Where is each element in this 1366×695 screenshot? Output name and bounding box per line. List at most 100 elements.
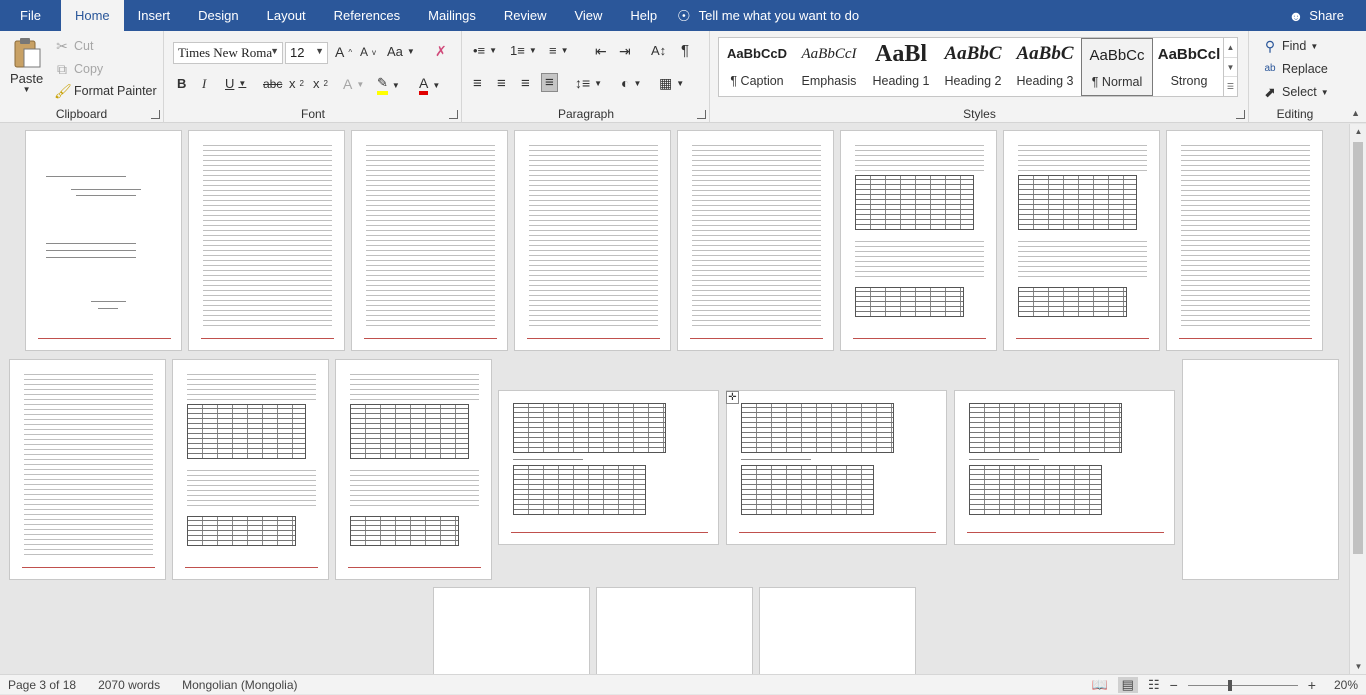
zoom-slider-knob[interactable] xyxy=(1227,679,1232,691)
tab-layout[interactable]: Layout xyxy=(253,0,320,31)
borders-button[interactable]: ▦ ▼ xyxy=(659,75,684,92)
document-page[interactable] xyxy=(433,587,590,674)
replace-button[interactable]: ab Replace xyxy=(1262,61,1327,77)
underline-button[interactable]: U ▼ xyxy=(225,76,246,91)
scrollbar-thumb[interactable] xyxy=(1353,142,1363,554)
chevron-down-icon[interactable]: ▼ xyxy=(1224,57,1237,76)
find-button[interactable]: ⚲ Find ▼ xyxy=(1262,38,1318,54)
highlight-button[interactable]: ✎ ▼ xyxy=(377,75,400,95)
dialog-launcher-icon[interactable] xyxy=(151,110,160,119)
dialog-launcher-icon[interactable] xyxy=(697,110,706,119)
style-caption[interactable]: AaBbCcD ¶ Caption xyxy=(721,38,793,96)
multilevel-list-button[interactable]: ≡ ▼ xyxy=(549,43,569,58)
align-left-button[interactable]: ≡ xyxy=(473,75,482,92)
tab-home[interactable]: Home xyxy=(60,0,124,31)
document-page[interactable] xyxy=(596,587,753,674)
page-count[interactable]: Page 3 of 18 xyxy=(8,678,76,692)
copy-button[interactable]: ⧉ Copy xyxy=(54,61,103,77)
justify-button[interactable]: ≡ xyxy=(541,73,558,92)
font-color-button[interactable]: A ▼ xyxy=(419,75,440,95)
zoom-level[interactable]: 20% xyxy=(1334,678,1358,692)
change-case-button[interactable]: Aa ▼ xyxy=(387,44,415,59)
tab-references[interactable]: References xyxy=(320,0,414,31)
styles-gallery-scroll[interactable]: ▲ ▼ ☰ xyxy=(1223,38,1237,96)
focus-mode-icon[interactable]: 📖 xyxy=(1091,677,1107,693)
collapse-ribbon-icon[interactable]: ▲ xyxy=(1351,108,1360,118)
select-button[interactable]: ⬈ Select ▼ xyxy=(1262,84,1329,100)
bullets-button[interactable]: •≡ ▼ xyxy=(473,43,497,58)
clear-formatting-icon[interactable]: ✗ xyxy=(435,43,447,60)
web-layout-icon[interactable]: ☷ xyxy=(1148,677,1160,693)
align-right-button[interactable]: ≡ xyxy=(521,75,530,92)
numbering-button[interactable]: 1≡ ▼ xyxy=(510,43,537,58)
cut-button[interactable]: ✂ Cut xyxy=(54,38,93,54)
font-size-dropdown[interactable]: 12 ▼ xyxy=(285,42,328,64)
style-heading-3[interactable]: AaBbC Heading 3 xyxy=(1009,38,1081,96)
text-effects-button[interactable]: A ▼ xyxy=(343,76,364,92)
font-name-dropdown[interactable]: Times New Roma ▼ xyxy=(173,42,283,64)
document-page[interactable] xyxy=(1003,130,1160,351)
tab-help[interactable]: Help xyxy=(616,0,671,31)
decrease-indent-button[interactable]: ⇤ xyxy=(595,43,607,60)
tab-view[interactable]: View xyxy=(560,0,616,31)
tab-mailings[interactable]: Mailings xyxy=(414,0,490,31)
sort-button[interactable]: A↕ xyxy=(651,43,666,58)
document-page[interactable] xyxy=(840,130,997,351)
vertical-scrollbar[interactable]: ▲ ▼ xyxy=(1349,124,1366,674)
dialog-launcher-icon[interactable] xyxy=(1236,110,1245,119)
document-page[interactable] xyxy=(759,587,916,674)
line-spacing-button[interactable]: ↕≡ ▼ xyxy=(575,75,602,91)
print-layout-icon[interactable]: ▤ xyxy=(1117,677,1138,693)
tab-file[interactable]: File xyxy=(0,0,61,31)
document-page[interactable] xyxy=(172,359,329,580)
document-page[interactable] xyxy=(726,390,947,545)
document-page[interactable] xyxy=(498,390,719,545)
language-indicator[interactable]: Mongolian (Mongolia) xyxy=(182,678,297,692)
chevron-up-icon[interactable]: ▲ xyxy=(1224,38,1237,57)
table-move-handle-icon[interactable]: ✛ xyxy=(726,391,739,404)
share-button[interactable]: ☻ Share xyxy=(1289,0,1344,31)
subscript-button[interactable]: x2 xyxy=(289,76,304,91)
style-normal[interactable]: AaBbCc ¶ Normal xyxy=(1081,38,1153,96)
document-page[interactable] xyxy=(954,390,1175,545)
zoom-out-icon[interactable]: − xyxy=(1170,677,1178,693)
document-page[interactable] xyxy=(351,130,508,351)
document-canvas[interactable]: ✛ xyxy=(0,124,1349,674)
increase-indent-button[interactable]: ⇥ xyxy=(619,43,631,60)
style-strong[interactable]: AaBbCcl Strong xyxy=(1153,38,1225,96)
scroll-up-icon[interactable]: ▲ xyxy=(1350,127,1366,136)
document-page[interactable] xyxy=(188,130,345,351)
shrink-font-button[interactable]: Av xyxy=(360,45,376,59)
italic-button[interactable]: I xyxy=(202,76,206,92)
zoom-in-icon[interactable]: + xyxy=(1308,677,1316,693)
document-page[interactable] xyxy=(9,359,166,580)
more-styles-icon[interactable]: ☰ xyxy=(1224,76,1237,95)
format-painter-button[interactable]: 🖌 Format Painter xyxy=(54,83,157,99)
zoom-slider[interactable] xyxy=(1187,679,1298,691)
document-page[interactable] xyxy=(335,359,492,580)
tab-design[interactable]: Design xyxy=(184,0,252,31)
style-heading-2[interactable]: AaBbC Heading 2 xyxy=(937,38,1009,96)
tab-insert[interactable]: Insert xyxy=(124,0,185,31)
tab-review[interactable]: Review xyxy=(490,0,561,31)
align-center-button[interactable]: ≡ xyxy=(497,75,506,92)
text-line xyxy=(529,235,658,236)
superscript-button[interactable]: x2 xyxy=(313,76,328,91)
word-count[interactable]: 2070 words xyxy=(98,678,160,692)
shading-button[interactable]: ◐ ▼ xyxy=(621,75,641,91)
document-page[interactable] xyxy=(514,130,671,351)
document-page[interactable] xyxy=(1182,359,1339,580)
strikethrough-button[interactable]: abc xyxy=(263,77,282,91)
document-page[interactable] xyxy=(25,130,182,351)
tell-me-search[interactable]: ☉ Tell me what you want to do xyxy=(671,7,859,25)
style-heading-1[interactable]: AaBl Heading 1 xyxy=(865,38,937,96)
paste-button[interactable]: Paste ▼ xyxy=(10,37,43,94)
dialog-launcher-icon[interactable] xyxy=(449,110,458,119)
pilcrow-icon[interactable]: ¶ xyxy=(681,42,689,59)
style-emphasis[interactable]: AaBbCcI Emphasis xyxy=(793,38,865,96)
grow-font-button[interactable]: A ^ xyxy=(335,44,352,60)
document-page[interactable] xyxy=(677,130,834,351)
document-page[interactable] xyxy=(1166,130,1323,351)
scroll-down-icon[interactable]: ▼ xyxy=(1350,662,1366,671)
bold-button[interactable]: B xyxy=(177,76,186,91)
